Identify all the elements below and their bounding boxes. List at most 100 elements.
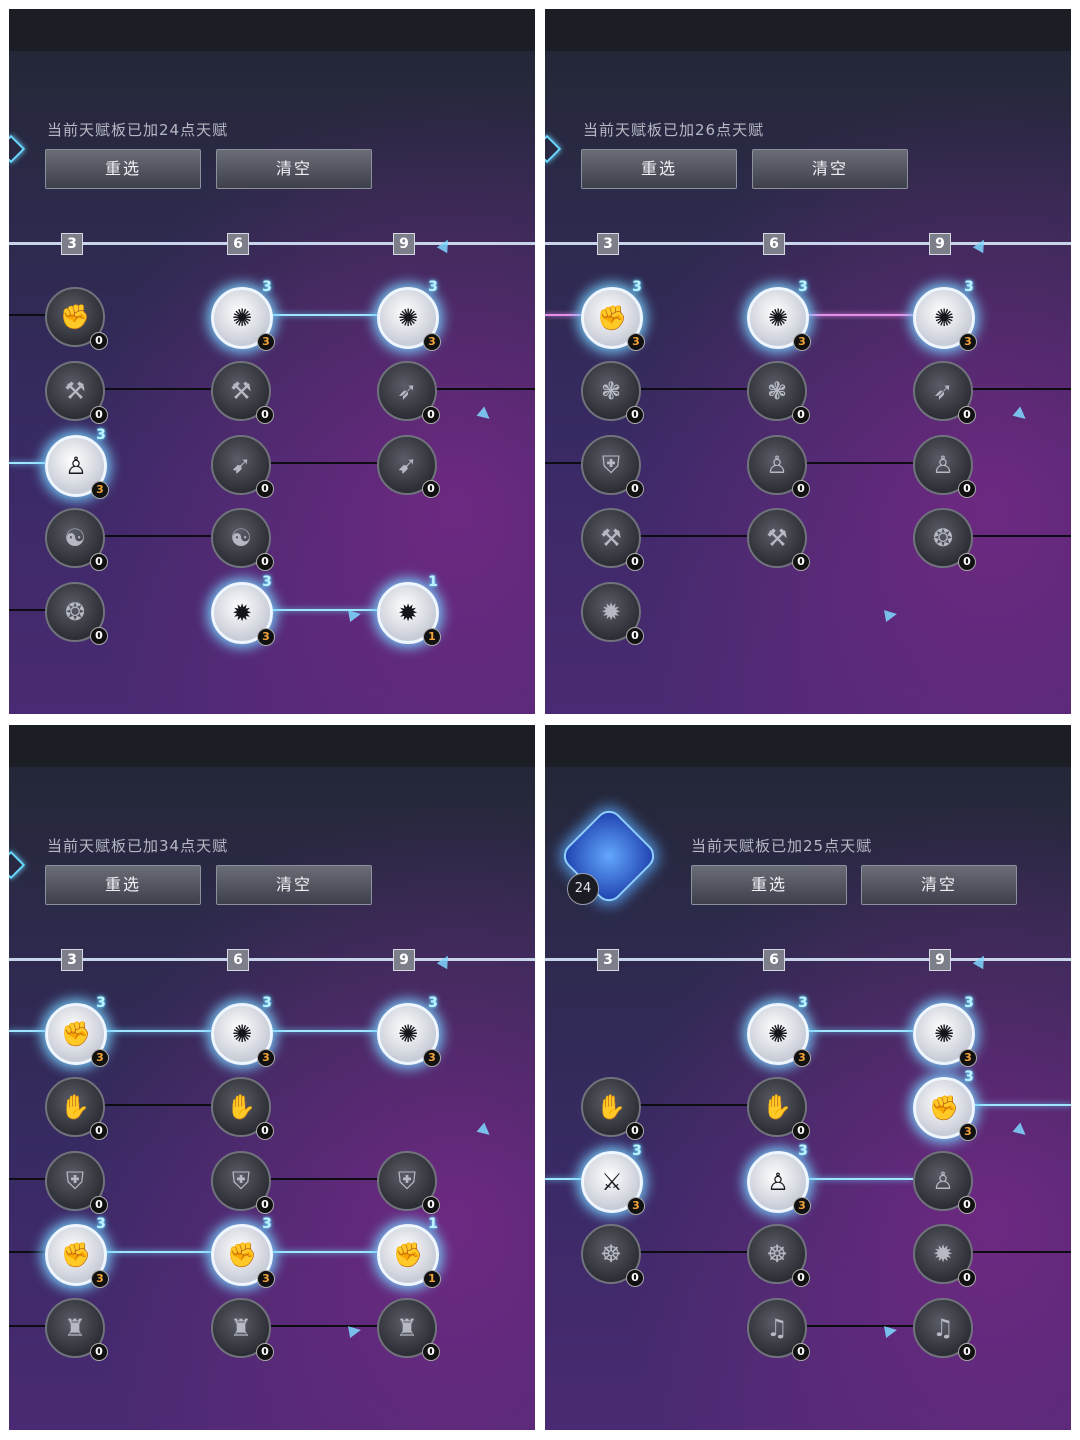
talent-node[interactable]: ✺ 3 3 <box>211 995 275 1067</box>
talent-node[interactable]: ✹ 0 <box>913 1224 976 1287</box>
top-bar <box>9 9 535 51</box>
talent-node[interactable]: ✋ 0 <box>211 1077 274 1140</box>
talent-points-badge: 3 <box>627 333 645 351</box>
talent-points-badge: 0 <box>792 1269 810 1287</box>
crystal-shard-icon <box>884 1324 898 1338</box>
talent-node[interactable]: ♫ 0 <box>913 1298 976 1361</box>
talent-points-badge: 3 <box>627 1197 645 1215</box>
talent-points-badge: 0 <box>626 1269 644 1287</box>
talent-node[interactable]: ✺ 3 3 <box>747 279 811 351</box>
talent-points-total: 当前天赋板已加26点天赋 <box>583 121 765 139</box>
tier-marker-6: 6 <box>227 949 249 971</box>
reselect-button[interactable]: 重选 <box>45 149 201 189</box>
talent-link <box>101 1030 211 1032</box>
talent-points-badge: 0 <box>958 553 976 571</box>
talent-points-badge: 0 <box>422 480 440 498</box>
talent-node[interactable]: ✊ 3 3 <box>45 995 109 1067</box>
talent-node[interactable]: ✋ 0 <box>581 1077 644 1140</box>
talent-node[interactable]: ➶ 0 <box>913 361 976 424</box>
talent-points-badge: 0 <box>256 553 274 571</box>
talent-node[interactable]: ✊ 0 <box>45 287 108 350</box>
talent-points-total: 当前天赋板已加34点天赋 <box>47 837 229 855</box>
talent-node[interactable]: ❂ 0 <box>45 582 108 645</box>
talent-node[interactable]: ⛨ 0 <box>211 1151 274 1214</box>
talent-node[interactable]: ❂ 0 <box>913 508 976 571</box>
screenshot-collage: { "panels": [ { "id": "p1", "talent_tota… <box>0 0 1080 1440</box>
talent-node[interactable]: ✹ 0 <box>581 582 644 645</box>
talent-node[interactable]: ⚒ 0 <box>45 361 108 424</box>
talent-node[interactable]: ⛨ 0 <box>377 1151 440 1214</box>
reselect-button[interactable]: 重选 <box>691 865 847 905</box>
talent-node[interactable]: ✊ 1 1 <box>377 1216 441 1288</box>
talent-node[interactable]: ✺ 3 3 <box>747 995 811 1067</box>
crystal-shard-icon <box>884 608 898 622</box>
max-rank-star-icon: 3 <box>798 995 808 1011</box>
talent-node[interactable]: ♙ 3 3 <box>45 427 109 499</box>
talent-points-total: 当前天赋板已加24点天赋 <box>47 121 229 139</box>
talent-node[interactable]: ♙ 0 <box>747 435 810 498</box>
max-rank-star-icon: 1 <box>428 1216 438 1232</box>
talent-node[interactable]: ♫ 0 <box>747 1298 810 1361</box>
talent-node[interactable]: ➶ 0 <box>377 361 440 424</box>
talent-node[interactable]: ☯ 0 <box>211 508 274 571</box>
emblem-count-badge: 24 <box>567 873 599 905</box>
talent-node[interactable]: ✊ 3 3 <box>581 279 645 351</box>
max-rank-star-icon: 3 <box>428 995 438 1011</box>
talent-node[interactable]: ✺ 3 3 <box>913 995 977 1067</box>
talent-node[interactable]: ☯ 0 <box>45 508 108 571</box>
talent-node[interactable]: ➹ 0 <box>377 435 440 498</box>
talent-node[interactable]: ☸ 0 <box>581 1224 644 1287</box>
talent-node[interactable]: ❃ 0 <box>581 361 644 424</box>
talent-node[interactable]: ⚒ 0 <box>211 361 274 424</box>
talent-node[interactable]: ⛨ 0 <box>581 435 644 498</box>
talent-node[interactable]: ✊ 3 3 <box>211 1216 275 1288</box>
max-rank-star-icon: 3 <box>964 995 974 1011</box>
talent-points-badge: 0 <box>792 1343 810 1361</box>
clear-button[interactable]: 清空 <box>861 865 1017 905</box>
talent-link <box>9 462 45 464</box>
talent-points-badge: 3 <box>793 1197 811 1215</box>
talent-points-badge: 3 <box>257 333 275 351</box>
clear-button[interactable]: 清空 <box>216 865 372 905</box>
talent-points-badge: 0 <box>90 553 108 571</box>
talent-link <box>969 1251 1071 1253</box>
talent-node[interactable]: ⚒ 0 <box>581 508 644 571</box>
reselect-button[interactable]: 重选 <box>45 865 201 905</box>
max-rank-star-icon: 3 <box>632 279 642 295</box>
talent-points-badge: 0 <box>422 1196 440 1214</box>
talent-points-badge: 0 <box>792 406 810 424</box>
talent-points-badge: 3 <box>257 628 275 646</box>
talent-node[interactable]: ✹ 1 1 <box>377 574 441 646</box>
talent-panel-p1: 当前天赋板已加24点天赋 重选 清空 3 6 9 ✊ 0 ✺ 3 3 ✺ 3 3 ⚒ 0 ⚒ 0 ➶ 0 ♙ 3 3 ➹ 0 ➹ 0… <box>9 9 535 714</box>
talent-node[interactable]: ⚒ 0 <box>747 508 810 571</box>
talent-node[interactable]: ✹ 3 3 <box>211 574 275 646</box>
talent-node[interactable]: ➹ 0 <box>211 435 274 498</box>
talent-node[interactable]: ✊ 3 3 <box>913 1069 977 1141</box>
talent-node[interactable]: ✺ 3 3 <box>211 279 275 351</box>
talent-node[interactable]: ✺ 3 3 <box>377 995 441 1067</box>
clear-button[interactable]: 清空 <box>752 149 908 189</box>
talent-node[interactable]: ♙ 0 <box>913 1151 976 1214</box>
talent-node[interactable]: ✊ 3 3 <box>45 1216 109 1288</box>
talent-node[interactable]: ❃ 0 <box>747 361 810 424</box>
talent-link <box>9 314 45 316</box>
talent-node[interactable]: ✺ 3 3 <box>377 279 441 351</box>
talent-node[interactable]: ♙ 0 <box>913 435 976 498</box>
talent-node[interactable]: ⛨ 0 <box>45 1151 108 1214</box>
talent-points-badge: 3 <box>793 1049 811 1067</box>
reselect-button[interactable]: 重选 <box>581 149 737 189</box>
talent-node[interactable]: ✺ 3 3 <box>913 279 977 351</box>
talent-node[interactable]: ♜ 0 <box>377 1298 440 1361</box>
talent-node[interactable]: ♜ 0 <box>45 1298 108 1361</box>
clear-button[interactable]: 清空 <box>216 149 372 189</box>
talent-node[interactable]: ♜ 0 <box>211 1298 274 1361</box>
talent-node[interactable]: ⚔ 3 3 <box>581 1143 645 1215</box>
talent-points-badge: 0 <box>792 480 810 498</box>
talent-node[interactable]: ✋ 0 <box>747 1077 810 1140</box>
talent-node[interactable]: ✋ 0 <box>45 1077 108 1140</box>
max-rank-star-icon: 3 <box>262 995 272 1011</box>
talent-node[interactable]: ♙ 3 3 <box>747 1143 811 1215</box>
talent-node[interactable]: ☸ 0 <box>747 1224 810 1287</box>
talent-points-badge: 3 <box>423 333 441 351</box>
crystal-shard-icon <box>476 406 494 424</box>
